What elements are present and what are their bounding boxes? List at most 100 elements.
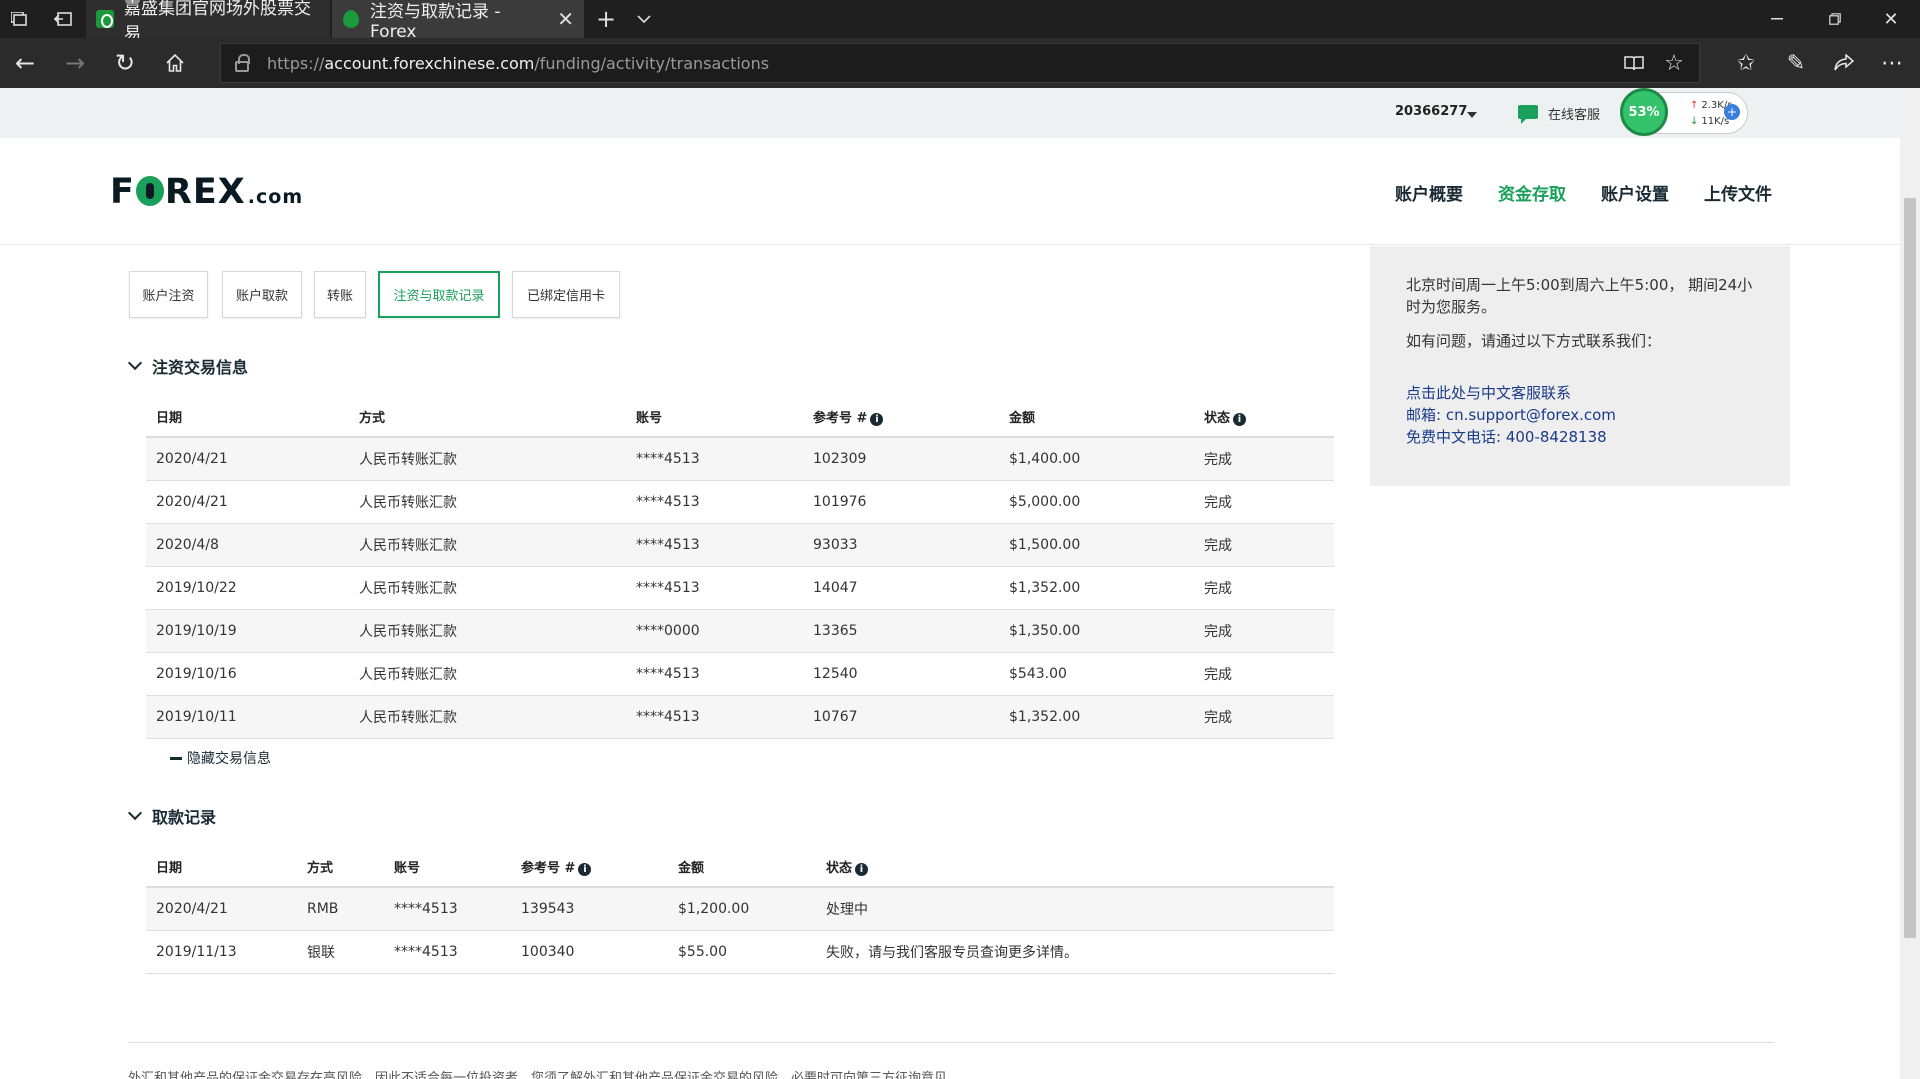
cell-reference: 139543	[511, 887, 668, 931]
subtab-credit-cards[interactable]: 已绑定信用卡	[512, 271, 620, 318]
favorites-list-icon[interactable]: ✩	[1722, 38, 1770, 88]
info-icon[interactable]: i	[855, 863, 869, 876]
cell-account: ****4513	[384, 930, 511, 974]
service-hours: 北京时间周一上午5:00到周六上午5:00， 期间24小时为您服务。	[1406, 276, 1753, 316]
tab-1[interactable]: 嘉盛集团官网场外股票交易	[86, 0, 330, 44]
cell-account: ****4513	[626, 652, 803, 696]
caret-down-icon[interactable]	[1467, 112, 1477, 118]
chat-icon[interactable]	[1518, 105, 1538, 124]
nav-upload-files[interactable]: 上传文件	[1704, 180, 1772, 205]
new-tab-icon[interactable]: +	[588, 0, 624, 38]
forex-logo[interactable]: F REX .com	[110, 172, 303, 212]
cell-method: 人民币转账汇款	[349, 695, 626, 739]
nav-account-overview[interactable]: 账户概要	[1395, 180, 1463, 205]
hide-transactions-link[interactable]: 隐藏交易信息	[170, 748, 271, 768]
cell-amount: $1,352.00	[999, 566, 1194, 610]
home-icon[interactable]	[150, 38, 200, 88]
logo-o-mark-icon	[135, 176, 164, 206]
favorite-star-icon[interactable]: ☆	[1650, 38, 1698, 88]
pen-notes-icon[interactable]: ✎	[1772, 38, 1820, 88]
forex-leaf-favicon-icon	[342, 10, 360, 28]
scrollbar-thumb[interactable]	[1904, 198, 1916, 938]
chevron-down-icon[interactable]	[626, 0, 662, 38]
deposit-section-title[interactable]: 注资交易信息	[127, 354, 249, 378]
info-icon[interactable]: i	[870, 413, 884, 426]
cell-date: 2019/11/13	[146, 930, 297, 974]
cell-method: 人民币转账汇款	[349, 523, 626, 567]
support-email[interactable]: 邮箱: cn.support@forex.com	[1406, 404, 1754, 426]
cell-account: ****4513	[626, 695, 803, 739]
cell-reference: 100340	[511, 930, 668, 974]
cell-date: 2019/10/22	[146, 566, 349, 610]
cell-status: 完成	[1194, 652, 1334, 696]
header-divider	[0, 244, 1900, 245]
chevron-down-icon	[127, 355, 143, 371]
contact-intro: 如有问题，请通过以下方式联系我们：	[1406, 332, 1662, 350]
info-icon[interactable]: i	[1233, 413, 1247, 426]
refresh-icon[interactable]: ↻	[100, 38, 150, 88]
col-account: 账号	[384, 847, 511, 888]
cell-reference: 12540	[803, 652, 999, 696]
support-phone[interactable]: 免费中文电话: 400-8428138	[1406, 426, 1754, 448]
logo-dotcom: .com	[247, 186, 304, 208]
table-row: 2020/4/8 人民币转账汇款 ****4513 93033 $1,500.00 完成	[146, 523, 1334, 567]
tab-actions-icon[interactable]	[0, 0, 38, 38]
col-status: 状态 i	[816, 847, 1334, 888]
cell-method: 人民币转账汇款	[349, 480, 626, 524]
subtab-transfer[interactable]: 转账	[314, 271, 366, 318]
close-window-icon[interactable]: ✕	[1866, 0, 1916, 38]
cell-reference: 14047	[803, 566, 999, 610]
table-row: 2019/10/11 人民币转账汇款 ****4513 10767 $1,352.00 完…	[146, 695, 1334, 739]
table-row: 2019/11/13 银联 ****4513 100340 $55.00 失败，请与我们客…	[146, 930, 1334, 974]
cell-reference: 13365	[803, 609, 999, 653]
account-number[interactable]: 20366277	[1395, 104, 1467, 119]
share-icon[interactable]	[1820, 38, 1868, 88]
col-amount: 金额	[668, 847, 816, 888]
nav-funding[interactable]: 资金存取	[1498, 180, 1566, 205]
cell-date: 2020/4/21	[146, 437, 349, 481]
section-title-text: 注资交易信息	[152, 358, 249, 377]
subtab-records[interactable]: 注资与取款记录	[378, 271, 500, 318]
col-date: 日期	[146, 847, 297, 888]
download-speed: 11K/s	[1690, 116, 1729, 127]
hide-link-text: 隐藏交易信息	[187, 751, 271, 767]
table-header-row: 日期 方式 账号 参考号 # i 金额 状态 i	[146, 847, 1334, 888]
nav-account-settings[interactable]: 账户设置	[1601, 180, 1669, 205]
cell-amount: $1,500.00	[999, 523, 1194, 567]
set-aside-tabs-icon[interactable]	[44, 0, 82, 38]
cell-reference: 101976	[803, 480, 999, 524]
url-text: https://account.forexchinese.com/funding…	[267, 53, 770, 73]
plus-icon[interactable]: +	[1724, 104, 1740, 120]
online-service-link[interactable]: 在线客服	[1548, 104, 1600, 123]
info-icon[interactable]: i	[578, 863, 592, 876]
table-row: 2020/4/21 人民币转账汇款 ****4513 101976 $5,000.00 完…	[146, 480, 1334, 524]
cell-status: 完成	[1194, 609, 1334, 653]
withdrawal-section-title[interactable]: 取款记录	[127, 804, 216, 828]
col-method: 方式	[297, 847, 384, 888]
address-bar[interactable]: https://account.forexchinese.com/funding…	[220, 43, 1700, 83]
col-method: 方式	[349, 397, 626, 438]
restore-icon[interactable]	[1810, 0, 1860, 38]
cell-amount: $1,400.00	[999, 437, 1194, 481]
subtab-deposit[interactable]: 账户注资	[129, 271, 208, 318]
forward-arrow-icon[interactable]: →	[50, 38, 100, 88]
tab-2[interactable]: 注资与取款记录 - Forex ✕	[332, 0, 584, 42]
cell-status: 完成	[1194, 480, 1334, 524]
subtab-withdraw[interactable]: 账户取款	[222, 271, 302, 318]
speed-percent: 53%	[1620, 88, 1668, 136]
page-scrollbar[interactable]	[1900, 88, 1920, 1079]
cell-amount: $1,200.00	[668, 887, 816, 931]
col-reference: 参考号 # i	[803, 397, 999, 438]
minimize-icon[interactable]	[1752, 0, 1802, 38]
more-menu-icon[interactable]: ⋯	[1870, 38, 1914, 88]
chinese-support-link[interactable]: 点击此处与中文客服联系	[1406, 382, 1754, 404]
cell-reference: 102309	[803, 437, 999, 481]
tab-title: 注资与取款记录 - Forex	[370, 1, 501, 42]
cell-status: 完成	[1194, 437, 1334, 481]
close-tab-icon[interactable]: ✕	[557, 7, 574, 31]
cell-method: 人民币转账汇款	[349, 609, 626, 653]
logo-letters: REX	[164, 172, 246, 212]
back-arrow-icon[interactable]: ←	[0, 38, 50, 88]
cell-date: 2020/4/8	[146, 523, 349, 567]
cell-reference: 10767	[803, 695, 999, 739]
